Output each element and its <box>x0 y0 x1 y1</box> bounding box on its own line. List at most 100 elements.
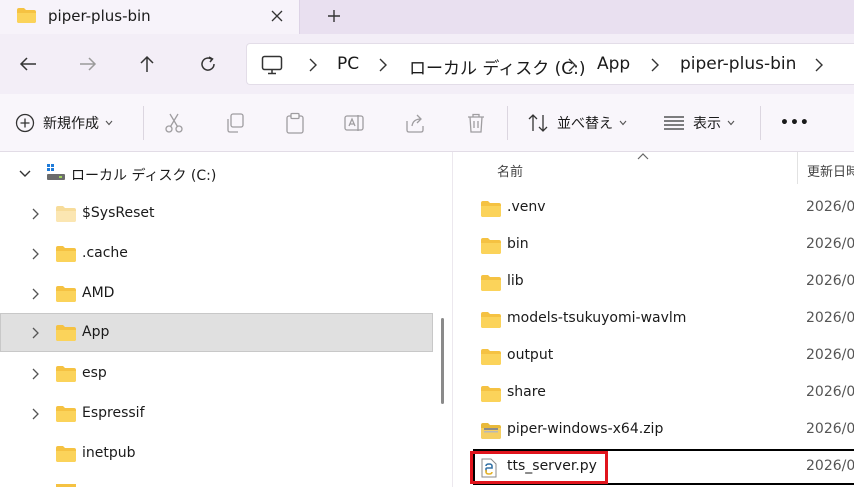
chevron-down-icon <box>619 120 627 126</box>
cut-button[interactable] <box>163 110 185 136</box>
navigation-pane: ローカル ディスク (C:) $SysReset .cache AMD App … <box>0 152 442 487</box>
file-row-bin[interactable]: bin 2026/05 <box>473 227 854 264</box>
chevron-right-icon[interactable] <box>31 208 41 220</box>
folder-icon <box>56 366 76 382</box>
file-date: 2026/04 <box>806 273 854 289</box>
highlight-annotation-box <box>470 451 608 484</box>
tree-item-local-disk[interactable]: ローカル ディスク (C:) <box>0 154 433 194</box>
folder-icon <box>481 238 501 254</box>
folder-icon <box>481 312 501 328</box>
breadcrumb-piper-plus-bin[interactable]: piper-plus-bin <box>680 54 796 74</box>
chevron-right-icon[interactable] <box>31 288 41 300</box>
breadcrumb-local-disk[interactable]: ローカル ディスク (C:) <box>409 54 585 79</box>
tab-piper-plus-bin[interactable]: piper-plus-bin <box>0 0 300 34</box>
clipboard-icon <box>286 112 304 134</box>
share-icon <box>406 114 424 133</box>
trash-icon <box>468 113 484 133</box>
chevron-right-icon[interactable] <box>31 327 41 339</box>
chevron-right-icon[interactable] <box>814 57 824 73</box>
tree-item-espressif[interactable]: Espressif <box>0 394 433 434</box>
column-header-name[interactable]: 名前 <box>497 161 523 180</box>
file-date: 2026/05 <box>806 310 854 326</box>
sort-arrows-icon <box>528 114 548 132</box>
tree-item-app[interactable]: App <box>0 313 433 352</box>
tree-item-label: $SysReset <box>82 205 155 221</box>
toolbar-separator <box>760 106 761 140</box>
folder-icon <box>56 286 76 302</box>
tab-title: piper-plus-bin <box>48 7 151 25</box>
tree-item-label: inetpub <box>82 445 136 461</box>
folder-icon <box>56 325 76 341</box>
breadcrumb-pc[interactable]: PC <box>337 54 359 74</box>
file-row-share[interactable]: share 2026/05 <box>473 375 854 412</box>
toolbar-separator <box>143 106 144 140</box>
column-header-date[interactable]: 更新日時 <box>807 161 854 180</box>
file-name: bin <box>507 236 529 252</box>
tree-item-label: AMD <box>82 285 115 301</box>
chevron-right-icon <box>379 58 387 72</box>
close-icon[interactable] <box>266 5 288 27</box>
sort-button[interactable]: 並べ替え <box>527 110 627 136</box>
address-bar[interactable]: PC ローカル ディスク (C:) App piper-plus-bin <box>246 43 854 85</box>
file-row-lib[interactable]: lib 2026/04 <box>473 264 854 301</box>
folder-icon <box>17 8 36 23</box>
copy-icon <box>227 113 244 133</box>
tree-item-partial <box>0 474 433 487</box>
tree-item-inetpub[interactable]: inetpub <box>0 434 433 474</box>
file-row-models[interactable]: models-tsukuyomi-wavlm 2026/05 <box>473 301 854 338</box>
tree-item-cache[interactable]: .cache <box>0 234 433 274</box>
tree-item-esp[interactable]: esp <box>0 354 433 394</box>
new-label: 新規作成 <box>43 116 99 132</box>
navigation-scrollbar[interactable] <box>441 318 444 404</box>
share-button[interactable] <box>404 110 426 136</box>
back-arrow-icon[interactable] <box>14 50 42 78</box>
navigation-bar: PC ローカル ディスク (C:) App piper-plus-bin <box>0 34 854 94</box>
breadcrumb-app[interactable]: App <box>597 54 630 74</box>
file-row-zip[interactable]: piper-windows-x64.zip 2026/05 <box>473 412 854 449</box>
folder-icon <box>56 406 76 422</box>
file-list-pane: 名前 更新日時 .venv 2026/05 bin 2026/05 lib 20… <box>453 152 854 487</box>
chevron-right-icon <box>651 58 659 72</box>
folder-icon <box>481 275 501 291</box>
file-date: 2026/05 <box>806 199 854 215</box>
sort-label: 並べ替え <box>557 116 613 132</box>
up-arrow-icon[interactable] <box>133 50 161 78</box>
chevron-right-icon[interactable] <box>31 248 41 260</box>
folder-icon <box>56 206 76 222</box>
copy-button[interactable] <box>224 110 246 136</box>
file-name: share <box>507 384 546 400</box>
folder-icon <box>56 446 76 462</box>
chevron-right-icon[interactable] <box>31 408 41 420</box>
rename-icon <box>344 115 364 131</box>
paste-button[interactable] <box>284 110 306 136</box>
delete-button[interactable] <box>465 110 487 136</box>
chevron-right-icon <box>568 58 576 72</box>
plus-icon[interactable] <box>322 5 346 27</box>
file-row-venv[interactable]: .venv 2026/05 <box>473 190 854 227</box>
chevron-right-icon <box>309 58 317 72</box>
zip-folder-icon <box>481 423 501 439</box>
tree-item-amd[interactable]: AMD <box>0 274 433 314</box>
file-name: output <box>507 347 554 363</box>
more-options-button[interactable]: ••• <box>780 110 810 136</box>
list-view-icon <box>664 116 684 130</box>
file-name: models-tsukuyomi-wavlm <box>507 310 687 326</box>
more-label: ••• <box>780 115 810 131</box>
forward-arrow-icon[interactable] <box>74 50 102 78</box>
view-button[interactable]: 表示 <box>663 110 735 136</box>
tree-item-label: .cache <box>82 245 128 261</box>
refresh-icon[interactable] <box>194 50 222 78</box>
tree-item-label: ローカル ディスク (C:) <box>71 168 217 184</box>
folder-icon <box>481 386 501 402</box>
view-label: 表示 <box>693 116 721 132</box>
column-divider[interactable] <box>797 152 798 184</box>
new-button[interactable]: 新規作成 <box>15 110 113 136</box>
tree-item-sysreset[interactable]: $SysReset <box>0 194 433 234</box>
tab-bar: piper-plus-bin <box>0 0 854 34</box>
file-date: 2026/05 <box>806 384 854 400</box>
chevron-right-icon[interactable] <box>31 368 41 380</box>
chevron-down-icon[interactable] <box>19 169 31 179</box>
file-date: 2026/05 <box>806 347 854 363</box>
file-row-output[interactable]: output 2026/05 <box>473 338 854 375</box>
rename-button[interactable] <box>343 110 365 136</box>
